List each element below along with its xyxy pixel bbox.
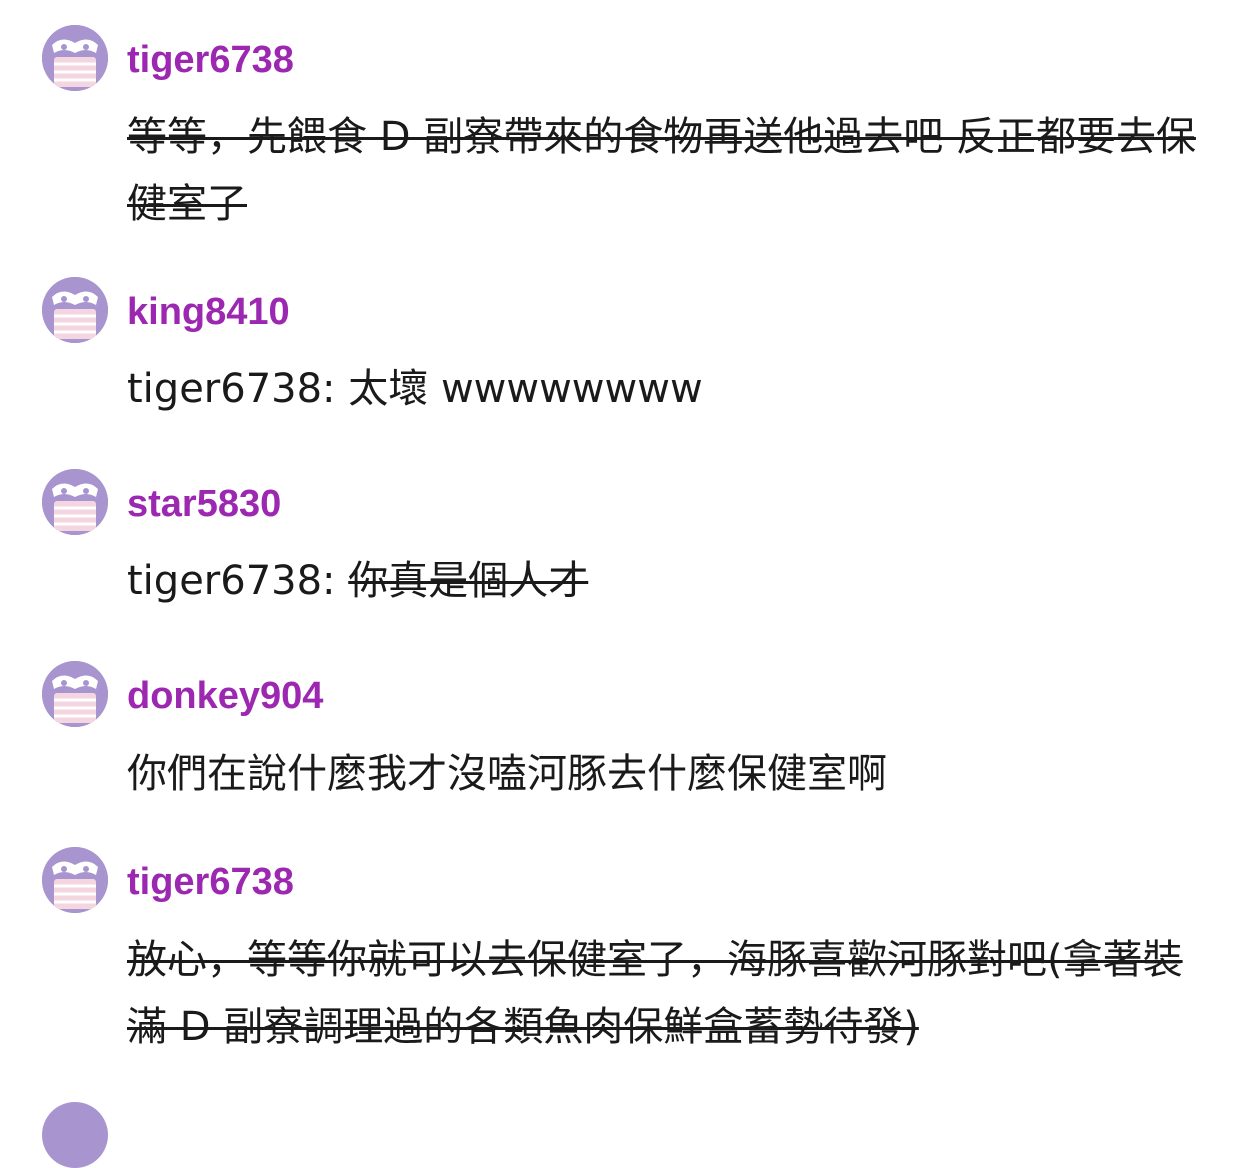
username[interactable]: king8410 [127,289,290,335]
strikethrough-text: 你真是個人才 [348,558,589,604]
masked-face-avatar-icon [42,661,108,727]
strikethrough-text: 等等，先餵食 D 副寮帶來的食物再送他過去吧 反正都要去保健室了 [127,114,1196,227]
comment-text: tiger6738: 太壞 wwwwwwww [127,356,1197,423]
reply-prefix: tiger6738: [127,366,349,412]
masked-face-avatar-icon [42,469,108,535]
username[interactable]: donkey904 [127,673,323,719]
masked-face-avatar-icon [42,25,108,91]
reply-prefix: tiger6738: [127,558,349,604]
comment-text: tiger6738: 你真是個人才 [127,548,1197,615]
comment-text: 你們在說什麼我才沒嗑河豚去什麼保健室啊 [127,741,1197,808]
avatar[interactable] [42,1102,108,1168]
avatar[interactable] [42,25,108,91]
username[interactable]: star5830 [127,481,281,527]
avatar[interactable] [42,469,108,535]
username[interactable]: tiger6738 [127,859,294,905]
comment-text: 放心，等等你就可以去保健室了，海豚喜歡河豚對吧(拿著裝滿 D 副寮調理過的各類魚… [127,927,1197,1061]
reply-text: 太壞 wwwwwwww [348,366,703,412]
avatar[interactable] [42,661,108,727]
masked-face-avatar-icon [42,847,108,913]
masked-face-avatar-icon [42,277,108,343]
strikethrough-text: 放心，等等你就可以去保健室了，海豚喜歡河豚對吧(拿著裝滿 D 副寮調理過的各類魚… [127,937,1183,1050]
username[interactable]: tiger6738 [127,37,294,83]
avatar[interactable] [42,847,108,913]
avatar[interactable] [42,277,108,343]
comment-text: 等等，先餵食 D 副寮帶來的食物再送他過去吧 反正都要去保健室了 [127,104,1197,238]
comment-body: 你們在說什麼我才沒嗑河豚去什麼保健室啊 [127,751,887,797]
